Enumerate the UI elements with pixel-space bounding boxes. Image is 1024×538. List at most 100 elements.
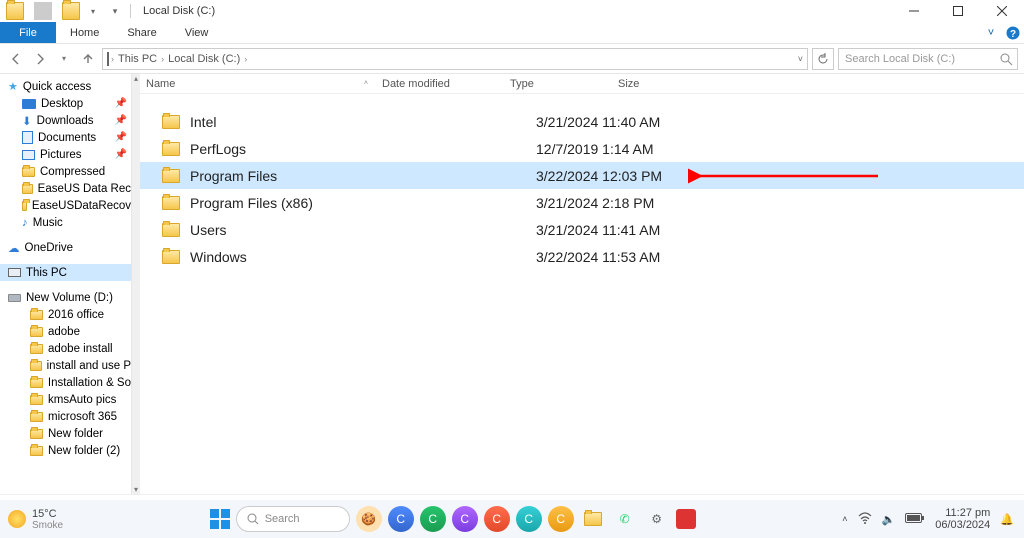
document-icon [22,131,33,144]
file-date: 3/21/2024 2:18 PM [530,195,1024,211]
separator [34,2,52,20]
taskbar-clock[interactable]: 11:27 pm 06/03/2024 [935,507,990,531]
chevron-right-icon: › [161,54,164,64]
file-name: PerfLogs [190,141,246,157]
col-size[interactable]: Size [612,74,682,93]
col-type[interactable]: Type [504,74,612,93]
tree-folder[interactable]: adobe install [0,340,131,357]
folder-icon [30,378,43,388]
taskbar-app-icon[interactable]: C [420,506,446,532]
taskbar: 15°C Smoke Search 🍪 C C C C C C ✆ ⚙ ˄ 🔈 … [0,500,1024,538]
wifi-icon[interactable] [858,512,872,527]
recent-locations-button[interactable]: ▾ [54,49,74,69]
tree-scrollbar[interactable] [132,74,140,494]
tree-folder[interactable]: microsoft 365 [0,408,131,425]
col-date[interactable]: Date modified [376,74,504,93]
address-dropdown-icon[interactable]: ˅ [798,54,803,64]
tree-this-pc[interactable]: This PC [0,264,131,281]
pc-icon [107,53,109,65]
file-row[interactable]: Windows3/22/2024 11:53 AM [140,243,1024,270]
tree-quick-access[interactable]: ★Quick access [0,78,131,95]
cloud-icon: ☁ [8,241,20,255]
forward-button[interactable] [30,49,50,69]
col-name[interactable]: Name˄ [140,74,376,93]
taskbar-app-icon[interactable]: C [484,506,510,532]
taskbar-search[interactable]: Search [236,506,350,532]
taskbar-app-icon[interactable]: C [452,506,478,532]
tree-folder[interactable]: adobe [0,323,131,340]
quick-access-toolbar: ▾ ▾ [0,2,124,20]
taskbar-app-icon[interactable]: 🍪 [356,506,382,532]
tree-folder[interactable]: 2016 office [0,306,131,323]
ribbon-tab-home[interactable]: Home [56,22,113,43]
folder-icon [30,327,43,337]
tree-music[interactable]: ♪Music [0,214,131,231]
taskbar-center: Search 🍪 C C C C C C ✆ ⚙ [63,506,842,532]
breadcrumb[interactable]: Local Disk (C:) [166,53,242,65]
tree-folder[interactable]: install and use P [0,357,131,374]
tree-desktop[interactable]: Desktop📌 [0,95,131,112]
file-date: 3/21/2024 11:40 AM [530,114,1024,130]
download-icon: ⬇ [22,114,32,128]
taskbar-app-icon[interactable] [676,509,696,529]
ribbon-tab-share[interactable]: Share [113,22,170,43]
refresh-button[interactable] [812,48,834,70]
taskbar-whatsapp-icon[interactable]: ✆ [612,506,638,532]
file-row[interactable]: PerfLogs12/7/2019 1:14 AM [140,135,1024,162]
tree-downloads[interactable]: ⬇Downloads📌 [0,112,131,129]
tree-folder[interactable]: Installation & So [0,374,131,391]
taskbar-settings-icon[interactable]: ⚙ [644,506,670,532]
taskbar-weather[interactable]: 15°C Smoke [0,508,63,531]
tree-pictures[interactable]: Pictures📌 [0,146,131,163]
ribbon-tab-view[interactable]: View [171,22,223,43]
tree-drive-d[interactable]: New Volume (D:) [0,289,131,306]
notification-icon[interactable]: 🔔 [1000,513,1014,526]
picture-icon [22,150,35,160]
file-row[interactable]: Program Files (x86)3/21/2024 2:18 PM [140,189,1024,216]
address-bar[interactable]: › This PC › Local Disk (C:) › ˅ [102,48,808,70]
start-button[interactable] [210,509,230,529]
ribbon-collapse-button[interactable]: ˅ [980,22,1002,43]
tree-easeus2[interactable]: EaseUSDataRecov [0,197,131,214]
up-button[interactable] [78,49,98,69]
file-row[interactable]: Program Files3/22/2024 12:03 PM [140,162,1024,189]
close-button[interactable] [980,0,1024,22]
folder-icon [30,361,42,371]
qat-item[interactable]: ▾ [106,2,124,20]
folder-icon [22,201,27,211]
taskbar-explorer-icon[interactable] [580,506,606,532]
main-area: ★Quick access Desktop📌 ⬇Downloads📌 Docum… [0,74,1024,494]
breadcrumb[interactable]: This PC [116,53,159,65]
system-tray: ˄ 🔈 11:27 pm 06/03/2024 🔔 [842,507,1024,531]
minimize-button[interactable] [892,0,936,22]
file-menu[interactable]: File [0,22,56,43]
taskbar-app-icon[interactable]: C [516,506,542,532]
qat-item[interactable] [62,2,80,20]
svg-text:?: ? [1010,29,1016,40]
search-box[interactable]: Search Local Disk (C:) [838,48,1018,70]
sort-indicator-icon: ˄ [364,80,368,87]
taskbar-app-icon[interactable]: C [388,506,414,532]
taskbar-app-icon[interactable]: C [548,506,574,532]
nav-tree: ★Quick access Desktop📌 ⬇Downloads📌 Docum… [0,74,132,494]
folder-icon [162,169,180,183]
file-date: 3/21/2024 11:41 AM [530,222,1024,238]
back-button[interactable] [6,49,26,69]
tray-chevron-icon[interactable]: ˄ [842,514,847,524]
help-button[interactable]: ? [1002,22,1024,43]
maximize-button[interactable] [936,0,980,22]
volume-icon[interactable]: 🔈 [882,513,896,526]
tree-folder[interactable]: New folder [0,425,131,442]
music-icon: ♪ [22,217,28,229]
tree-easeus1[interactable]: EaseUS Data Rec [0,180,131,197]
battery-icon[interactable] [905,513,925,526]
tree-folder[interactable]: New folder (2) [0,442,131,459]
qat-dropdown-icon[interactable]: ▾ [84,2,102,20]
tree-folder[interactable]: kmsAuto pics [0,391,131,408]
tree-compressed[interactable]: Compressed [0,163,131,180]
tree-documents[interactable]: Documents📌 [0,129,131,146]
file-row[interactable]: Intel3/21/2024 11:40 AM [140,108,1024,135]
tree-onedrive[interactable]: ☁OneDrive [0,239,131,256]
pin-icon: 📌 [115,149,127,160]
file-row[interactable]: Users3/21/2024 11:41 AM [140,216,1024,243]
